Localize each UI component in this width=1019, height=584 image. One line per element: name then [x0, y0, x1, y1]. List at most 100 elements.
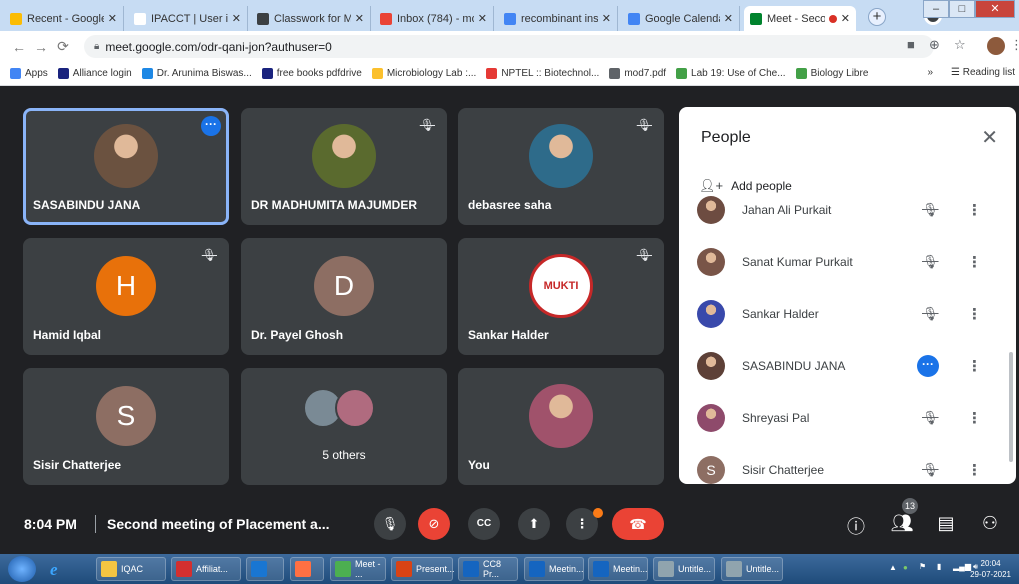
flag-icon[interactable]: ⚑	[919, 562, 926, 571]
participant-tile[interactable]: SASABINDU JANA ···	[23, 108, 229, 225]
url-input[interactable]: 🔒︎ meet.google.com/odr-qani-jon?authuser…	[84, 35, 934, 58]
browser-tab[interactable]: IPACCT | User info ✕	[128, 6, 248, 31]
signal-icon[interactable]: ▂▄▆	[953, 562, 971, 571]
people-list-item[interactable]: Sanat Kumar Purkait 🎙︎ ⋮	[679, 236, 1009, 288]
tab-close-icon[interactable]: ✕	[602, 12, 611, 25]
participant-tile[interactable]: H Hamid Iqbal 🎙︎	[23, 238, 229, 355]
browser-tab[interactable]: Classwork for MC ✕	[251, 6, 371, 31]
tab-label: Inbox (784) - mou	[397, 12, 474, 25]
people-list-item[interactable]: Sankar Halder 🎙︎ ⋮	[679, 288, 1009, 340]
meet-control-bar: 8:04 PM Second meeting of Placement a...…	[0, 492, 1019, 554]
present-screen-button[interactable]: ⬆	[518, 508, 550, 540]
taskbar-item[interactable]: Untitle...	[721, 557, 783, 581]
tab-close-icon[interactable]: ✕	[478, 12, 487, 25]
camera-off-button[interactable]: ⊘	[418, 508, 450, 540]
bookmark-item[interactable]: free books pdfdrive	[261, 68, 362, 79]
reload-icon[interactable]: ⟳	[52, 38, 74, 55]
more-options-icon[interactable]: ···	[201, 116, 221, 136]
browser-tab[interactable]: recombinant insul ✕	[498, 6, 618, 31]
people-list-item[interactable]: Shreyasi Pal 🎙︎ ⋮	[679, 392, 1009, 444]
more-options-icon[interactable]: ⋮	[967, 357, 982, 375]
participant-tile[interactable]: debasree saha 🎙︎	[458, 108, 664, 225]
minimize-button[interactable]: –	[923, 0, 949, 18]
mic-off-icon[interactable]: 🎙︎	[922, 202, 939, 218]
forward-icon[interactable]: →	[30, 39, 52, 55]
taskbar-item[interactable]: Untitle...	[653, 557, 715, 581]
browser-tab[interactable]: Google Calendar ✕	[622, 6, 740, 31]
bookmark-item[interactable]: Apps	[10, 68, 48, 79]
battery-icon[interactable]: ▮	[937, 562, 941, 571]
leave-call-button[interactable]: ☎	[612, 508, 664, 540]
more-bookmarks-icon[interactable]: »	[927, 67, 933, 78]
meeting-details-icon[interactable]: ⓘ	[844, 513, 868, 539]
taskbar-item[interactable]: IQAC	[96, 557, 166, 581]
taskbar-item[interactable]: Meet - ...	[330, 557, 386, 581]
bookmark-star-icon[interactable]: ☆	[954, 37, 966, 53]
mic-off-icon[interactable]: 🎙︎	[922, 254, 939, 270]
taskbar-item[interactable]: Meetin...	[588, 557, 648, 581]
participant-tile[interactable]: You	[458, 368, 664, 485]
bookmark-item[interactable]: Dr. Arunima Biswas...	[141, 68, 252, 79]
more-options-icon[interactable]: ⋮	[967, 253, 982, 271]
bookmark-item[interactable]: Microbiology Lab :...	[371, 68, 476, 79]
taskbar-item[interactable]	[246, 557, 284, 581]
browser-menu-icon[interactable]: ⋮	[1010, 37, 1019, 53]
tab-close-icon[interactable]: ✕	[232, 12, 241, 25]
bookmark-item[interactable]: Alliance login	[57, 68, 132, 79]
system-clock[interactable]: 20:04 29-07-2021	[970, 558, 1011, 580]
people-list-item[interactable]: S Sisir Chatterjee 🎙︎ ⋮	[679, 444, 1009, 484]
tray-arrow-icon[interactable]: ▲	[889, 563, 897, 572]
people-list-item[interactable]: SASABINDU JANA ··· ⋮	[679, 340, 1009, 392]
activities-icon[interactable]: ⚇	[978, 513, 1002, 534]
bookmark-item[interactable]: Lab 19: Use of Che...	[676, 68, 786, 79]
mic-off-icon[interactable]: 🎙︎	[922, 410, 939, 426]
tab-close-icon[interactable]: ✕	[841, 12, 850, 25]
taskbar-item[interactable]: Meetin...	[524, 557, 584, 581]
participant-tile[interactable]: D Dr. Payel Ghosh	[241, 238, 447, 355]
bookmark-item[interactable]: mod7.pdf	[609, 68, 666, 79]
bookmark-item[interactable]: NPTEL :: Biotechnol...	[486, 68, 599, 79]
participant-tile[interactable]: MUKTI Sankar Halder 🎙︎	[458, 238, 664, 355]
profile-avatar[interactable]	[987, 37, 1005, 55]
reading-list-button[interactable]: ☰ Reading list	[951, 67, 1015, 78]
bookmark-label: NPTEL :: Biotechnol...	[501, 68, 600, 79]
more-options-icon[interactable]: ⋮	[967, 461, 982, 479]
taskbar-item[interactable]: Present...	[391, 557, 455, 581]
maximize-button[interactable]: □	[949, 0, 975, 18]
participant-tile[interactable]: DR MADHUMITA MAJUMDER 🎙︎	[241, 108, 447, 225]
participant-name: You	[468, 458, 490, 472]
mic-off-icon[interactable]: 🎙︎	[922, 462, 939, 478]
camera-in-use-icon[interactable]: ■	[907, 37, 915, 52]
tab-close-icon[interactable]: ✕	[724, 12, 733, 25]
start-button[interactable]	[8, 556, 36, 582]
internet-explorer-icon[interactable]: e	[50, 560, 70, 579]
people-icon[interactable]: 👥︎	[890, 513, 914, 534]
network-icon[interactable]: ●	[903, 563, 908, 572]
browser-tab[interactable]: Meet - Second ✕	[744, 6, 856, 31]
new-tab-button[interactable]: +	[868, 8, 886, 26]
taskbar-item[interactable]	[290, 557, 324, 581]
taskbar-item[interactable]: CC8 Pr...	[458, 557, 518, 581]
microphone-button[interactable]: 🎙︎	[374, 508, 406, 540]
zoom-icon[interactable]: ⊕	[929, 37, 940, 53]
more-options-icon[interactable]: ⋮	[967, 201, 982, 219]
bookmark-item[interactable]: Biology Libre	[795, 68, 868, 79]
close-window-button[interactable]: ✕	[975, 0, 1015, 18]
browser-tab[interactable]: Recent - Google D ✕	[4, 6, 124, 31]
people-scrollbar[interactable]	[1009, 352, 1013, 462]
taskbar-item[interactable]: Affiliat...	[171, 557, 241, 581]
tab-close-icon[interactable]: ✕	[355, 12, 364, 25]
more-options-icon[interactable]: ⋮	[967, 305, 982, 323]
participant-tile[interactable]: 5 others	[241, 368, 447, 485]
back-icon[interactable]: ←	[8, 39, 30, 55]
captions-button[interactable]: CC	[468, 508, 500, 540]
tab-close-icon[interactable]: ✕	[108, 12, 117, 25]
browser-tab[interactable]: Inbox (784) - mou ✕	[374, 6, 494, 31]
participant-avatar	[335, 388, 375, 428]
participant-tile[interactable]: S Sisir Chatterjee	[23, 368, 229, 485]
more-options-icon[interactable]: ⋮	[967, 409, 982, 427]
chat-icon[interactable]: ▤	[934, 513, 958, 534]
mic-off-icon[interactable]: 🎙︎	[922, 306, 939, 322]
people-list-item[interactable]: Jahan Ali Purkait 🎙︎ ⋮	[679, 184, 1009, 236]
close-panel-icon[interactable]: ✕	[981, 125, 998, 150]
